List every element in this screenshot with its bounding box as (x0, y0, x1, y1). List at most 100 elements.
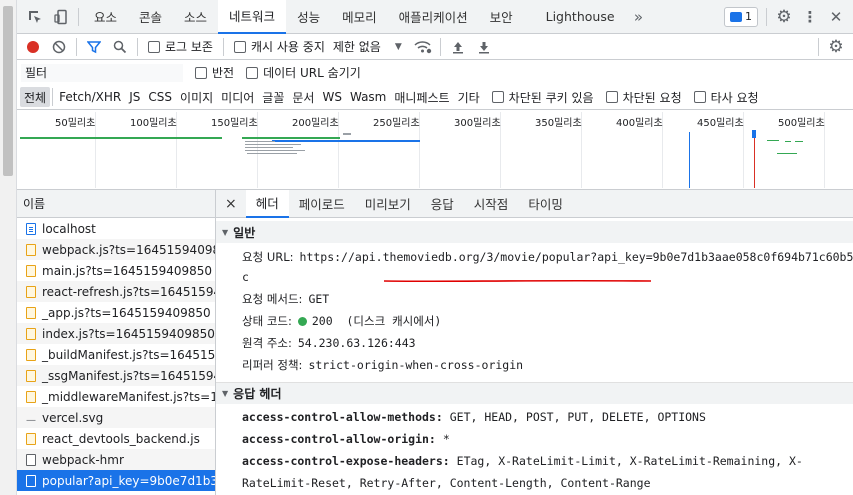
hide-data-urls-label: 데이터 URL 숨기기 (263, 66, 361, 80)
export-har-icon[interactable] (471, 34, 497, 60)
checkbox-box[interactable] (693, 91, 706, 103)
detail-tab-payload[interactable]: 페이로드 (289, 190, 355, 218)
request-row[interactable]: _app.js?ts=1645159409850 (17, 302, 215, 323)
type-filter-img[interactable]: 이미지 (176, 87, 217, 107)
kebab-menu-icon[interactable]: ⋮ (797, 4, 823, 30)
request-row[interactable]: localhost (17, 218, 215, 239)
expand-triangle-icon: ▼ (222, 227, 229, 237)
type-filter-doc[interactable]: 문서 (288, 87, 318, 107)
type-filter-fetch-xhr[interactable]: Fetch/XHR (55, 87, 125, 107)
blocked-requests-label: 차단된 요청 (622, 90, 682, 105)
tab-network[interactable]: 네트워크 (218, 0, 287, 34)
response-header-key: access-control-allow-methods: (242, 410, 443, 424)
type-filter-css[interactable]: CSS (144, 87, 176, 107)
status-code-note: (디스크 캐시에서) (346, 314, 442, 328)
timeline-tick-label: 400밀리초 (616, 118, 663, 129)
network-overview-timeline[interactable]: 50밀리초 100밀리초 150밀리초 200밀리초 250밀리초 300밀리초… (17, 110, 853, 190)
request-row[interactable]: webpack-hmr (17, 449, 215, 470)
checkbox-box[interactable] (491, 91, 504, 103)
request-detail-panel: × 헤더 페이로드 미리보기 응답 시작점 타이밍 ▼ 일반 요청 URL: h… (216, 190, 853, 495)
type-filter-font[interactable]: 글꼴 (258, 87, 288, 107)
hide-data-urls-checkbox[interactable]: 데이터 URL 숨기기 (246, 64, 361, 81)
blocked-cookies-checkbox[interactable]: 차단된 쿠키 있음 (491, 89, 594, 106)
detail-tab-headers[interactable]: 헤더 (245, 190, 289, 218)
disable-cache-checkbox[interactable]: 캐시 사용 중지 (233, 38, 325, 55)
timeline-tick-label: 100밀리초 (130, 118, 177, 129)
request-list-header[interactable]: 이름 (17, 190, 215, 218)
type-filter-all[interactable]: 전체 (20, 87, 51, 107)
detail-tab-timing[interactable]: 타이밍 (518, 190, 573, 218)
network-settings-gear-icon[interactable]: ⚙ (823, 34, 849, 60)
detail-tab-preview[interactable]: 미리보기 (355, 190, 421, 218)
resource-icon (26, 474, 36, 487)
timeline-tick-label: 250밀리초 (373, 118, 420, 129)
close-icon[interactable]: ✕ (823, 4, 849, 30)
filter-icon[interactable] (81, 34, 107, 60)
script-icon (26, 285, 36, 298)
type-filter-manifest[interactable]: 매니페스트 (390, 87, 453, 107)
request-name: react-refresh.js?ts=1645159409850 (42, 284, 215, 299)
gear-icon[interactable]: ⚙ (771, 4, 797, 30)
script-icon (26, 390, 36, 403)
tab-memory[interactable]: 메모리 (331, 0, 388, 34)
request-row[interactable]: index.js?ts=1645159409850 (17, 323, 215, 344)
remote-address-label: 원격 주소: (242, 336, 292, 350)
type-filter-wasm[interactable]: Wasm (346, 87, 390, 107)
tab-console[interactable]: 콘솔 (128, 0, 173, 34)
third-party-label: 타사 요청 (710, 90, 759, 105)
request-row[interactable]: main.js?ts=1645159409850 (17, 260, 215, 281)
clear-icon[interactable] (46, 34, 72, 60)
page-scrollbar[interactable] (0, 0, 17, 495)
checkbox-box[interactable] (233, 40, 246, 53)
detail-tab-response[interactable]: 응답 (421, 190, 464, 218)
response-headers-section-header[interactable]: ▼ 응답 헤더 (216, 382, 853, 404)
close-detail-button[interactable]: × (216, 190, 246, 218)
detail-tab-initiator[interactable]: 시작점 (464, 190, 519, 218)
network-conditions-icon[interactable] (410, 34, 436, 60)
more-tabs-icon[interactable]: » (626, 4, 652, 30)
request-url-value: https://api.themoviedb.org/3/movie/popul… (299, 250, 853, 264)
checkbox-box[interactable] (605, 91, 618, 103)
tab-application[interactable]: 애플리케이션 (388, 0, 479, 34)
waterfall-bar (754, 130, 755, 188)
type-filter-ws[interactable]: WS (318, 87, 345, 107)
response-header-row: access-control-allow-methods: GET, HEAD,… (216, 406, 853, 428)
issues-badge[interactable]: 1 (724, 6, 758, 27)
general-section-header[interactable]: ▼ 일반 (216, 221, 853, 243)
preserve-log-checkbox[interactable]: 로그 보존 (148, 38, 213, 55)
checkbox-box[interactable] (246, 66, 259, 79)
invert-checkbox[interactable]: 반전 (195, 64, 234, 81)
status-success-icon (297, 317, 307, 326)
request-method-value: GET (308, 292, 330, 306)
request-row[interactable]: webpack.js?ts=1645159409850 (17, 239, 215, 260)
type-filter-media[interactable]: 미디어 (217, 87, 258, 107)
tab-elements[interactable]: 요소 (83, 0, 128, 34)
inspect-element-icon[interactable] (22, 4, 48, 30)
type-filter-js[interactable]: JS (125, 87, 144, 107)
third-party-checkbox[interactable]: 타사 요청 (693, 89, 759, 106)
request-row[interactable]: _ssgManifest.js?ts=1645159409850 (17, 365, 215, 386)
record-icon[interactable] (20, 34, 46, 60)
request-row[interactable]: react_devtools_backend.js (17, 428, 215, 449)
type-filter-other[interactable]: 기타 (454, 87, 484, 107)
request-row[interactable]: vercel.svg (17, 407, 215, 428)
device-toolbar-icon[interactable] (48, 4, 74, 30)
import-har-icon[interactable] (445, 34, 471, 60)
scrollbar-thumb[interactable] (3, 6, 13, 176)
checkbox-box[interactable] (195, 66, 207, 79)
filter-row: 반전 데이터 URL 숨기기 (17, 60, 853, 85)
request-row[interactable]: popular?api_key=9b0e7d1b3aae058c0f694b71… (17, 470, 215, 491)
request-row[interactable]: _middlewareManifest.js?ts=1645159409850 (17, 386, 215, 407)
tab-sources[interactable]: 소스 (173, 0, 218, 34)
response-header-key: access-control-expose-headers: (242, 454, 450, 468)
tab-security[interactable]: 보안 (479, 0, 524, 34)
request-row[interactable]: react-refresh.js?ts=1645159409850 (17, 281, 215, 302)
request-row[interactable]: _buildManifest.js?ts=1645159409850 (17, 344, 215, 365)
tab-performance[interactable]: 성능 (286, 0, 331, 34)
blocked-requests-checkbox[interactable]: 차단된 요청 (605, 89, 682, 106)
search-icon[interactable] (107, 34, 133, 60)
throttling-select[interactable]: 제한 없음 ▼ (333, 38, 402, 55)
checkbox-box[interactable] (148, 40, 160, 53)
tab-lighthouse[interactable]: Lighthouse (524, 0, 626, 34)
filter-input[interactable] (21, 63, 183, 82)
